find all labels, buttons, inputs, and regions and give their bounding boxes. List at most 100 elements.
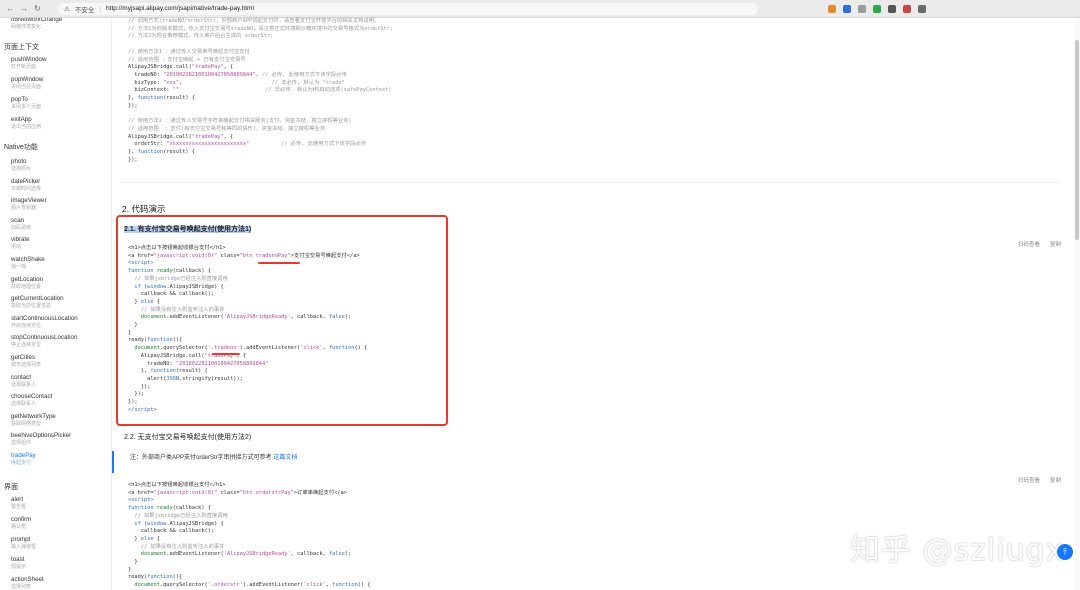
sidebar-item-subtitle: 警告框	[11, 504, 27, 510]
blue-extension-icon[interactable]	[843, 4, 851, 13]
sidebar-item[interactable]: watchShake 摇一摇	[11, 256, 109, 270]
sidebar-item-label: startContinuousLocation	[11, 314, 78, 322]
sidebar-item-subtitle: 图片查看器	[11, 205, 37, 212]
red-extension-icon[interactable]	[903, 4, 911, 13]
sidebar-item[interactable]: photo 选择照片	[11, 158, 109, 172]
forward-icon[interactable]: →	[20, 4, 28, 13]
sidebar-section-title: 界面	[4, 484, 18, 491]
sidebar-item[interactable]: imageViewer 图片查看器	[11, 197, 109, 211]
reload-icon[interactable]: ↻	[34, 4, 41, 13]
sidebar-item-subtitle: 选择照片	[11, 166, 32, 172]
sidebar-item-label: scan	[11, 216, 25, 224]
section-title: 2. 代码演示	[122, 204, 166, 214]
browser-nav: ← → ↻	[0, 4, 58, 13]
sidebar-item-subtitle: 获取网络类型	[11, 420, 42, 427]
sidebar-item-subtitle: 弱提示	[11, 564, 27, 570]
sidebar-item[interactable]: actionSheet 选择列表	[11, 576, 109, 590]
sidebar-item-label: getCities	[11, 354, 36, 361]
sidebar-item-subtitle: 城市选择列表	[11, 362, 42, 368]
sidebar-item-subtitle: 摇一摇	[11, 264, 27, 270]
sidebar-item-label: imageViewer	[11, 197, 47, 205]
code-tools-1: 扫码查看 复制	[1018, 240, 1061, 248]
sidebar-item-label: popWindow	[11, 76, 44, 83]
sidebar-item-subtitle: 选择联系人	[11, 401, 37, 408]
sidebar-item-label: watchShake	[11, 256, 45, 263]
sidebar-item-label: getCurrentLocation	[11, 295, 64, 303]
sidebar-item-label: prompt	[11, 536, 31, 543]
sidebar-item[interactable]: popWindow 关闭当前页面	[11, 76, 109, 90]
copy-button[interactable]: 复制	[1050, 240, 1061, 248]
sidebar-item-label: alert	[11, 496, 24, 503]
scroll-thumb[interactable]	[1075, 40, 1079, 240]
sidebar-item-label: toast	[11, 556, 25, 563]
address-bar[interactable]: ⚠ 不安全 | http://myjsapi.alipay.com/jsapi/…	[58, 2, 758, 15]
scrollbar[interactable]	[1074, 18, 1080, 590]
sidebar-item-subtitle: 输入弹窗框	[11, 544, 37, 550]
sidebar-item-label: chooseContact	[11, 393, 53, 401]
green-extension-icon[interactable]	[873, 4, 881, 13]
sidebar-item[interactable]: stopContinuousLocation 停止连续定位	[11, 334, 109, 348]
sidebar-item[interactable]: beehiveOptionsPicker 选择组件	[11, 432, 109, 446]
sidebar-item[interactable]: pushWindow 打开新页面	[11, 56, 109, 70]
sidebar-item-label: tradePay	[11, 452, 36, 459]
sidebar-item[interactable]: tradePay 唤起支付	[11, 452, 109, 466]
sidebar-item-subtitle: 网络环境变化	[11, 24, 42, 30]
sidebar-item[interactable]: getLocation 获取地理位置	[11, 276, 109, 290]
scan-view-button-2[interactable]: 扫码查看	[1018, 476, 1040, 484]
gray-extension-icon[interactable]	[858, 4, 866, 13]
scan-view-button[interactable]: 扫码查看	[1018, 240, 1040, 248]
note-link[interactable]: 这篇文档	[273, 455, 297, 461]
sidebar: h5NetworkChange 网络环境变化页面上下文 pushWindow 打开新页…	[0, 18, 112, 590]
insecure-icon: ⚠	[64, 5, 70, 13]
back-to-top-button[interactable]: ⤒	[1057, 544, 1073, 560]
back-icon[interactable]: ←	[6, 4, 14, 13]
sidebar-item-label: actionSheet	[11, 576, 44, 583]
sidebar-item-label: popTo	[11, 96, 28, 103]
annotation-underline-class	[258, 262, 300, 264]
sidebar-item-label: vibrate	[11, 236, 30, 244]
code-block-2: <h1>点击以下按钮唤起收银台支付</h1> <a href="javascri…	[128, 482, 371, 589]
puzzle-icon[interactable]	[888, 4, 896, 13]
sidebar-item[interactable]: confirm 确认框	[11, 516, 109, 530]
sidebar-item-subtitle: 日期时间选择	[11, 185, 42, 192]
sidebar-item[interactable]: prompt 输入弹窗框	[11, 536, 109, 550]
sidebar-item-subtitle: 打开新页面	[11, 64, 37, 70]
sidebar-item[interactable]: popTo 关闭多个页面	[11, 96, 109, 110]
sidebar-item[interactable]: scan 扫码调用	[11, 217, 109, 231]
sidebar-item-label: exitApp	[11, 116, 32, 123]
sidebar-item[interactable]: contact 选择联系人	[11, 374, 109, 388]
insecure-label: 不安全	[74, 6, 95, 14]
sidebar-item[interactable]: toast 弱提示	[11, 556, 109, 570]
sidebar-item-label: getNetworkType	[11, 412, 56, 420]
sidebar-item[interactable]: startContinuousLocation 开启连续定位	[11, 315, 109, 329]
sidebar-item[interactable]: getNetworkType 获取网络类型	[11, 413, 109, 427]
sidebar-item-label: datePicker	[11, 177, 41, 185]
sidebar-item[interactable]: vibrate 振动	[11, 236, 109, 250]
sidebar-item[interactable]: h5NetworkChange 网络环境变化	[11, 18, 109, 30]
sidebar-item-subtitle: 唤起支付	[11, 460, 32, 466]
url-text[interactable]: http://myjsapi.alipay.com/jsapi/native/t…	[106, 5, 254, 12]
sidebar-item-subtitle: 扫码调用	[11, 224, 32, 231]
url-separator: |	[99, 5, 102, 12]
copy-button-2[interactable]: 复制	[1050, 476, 1061, 484]
sidebar-item-label: getLocation	[11, 275, 43, 283]
sidebar-item[interactable]: alert 警告框	[11, 496, 109, 510]
sidebar-item[interactable]: getCurrentLocation 获取当前位置信息	[11, 295, 109, 309]
sidebar-item-subtitle: 振动	[11, 244, 22, 251]
sidebar-item-label: contact	[11, 373, 31, 381]
sidebar-item-subtitle: 关闭多个页面	[11, 104, 42, 110]
sidebar-item[interactable]: datePicker 日期时间选择	[11, 178, 109, 192]
code-tools-2: 扫码查看 复制	[1018, 476, 1061, 484]
sidebar-section-title: Native功能	[4, 144, 38, 151]
sidebar-item-subtitle: 停止连续定位	[11, 342, 42, 349]
sidebar-item-subtitle: 退出当前应用	[11, 124, 42, 130]
fox-extension-icon[interactable]	[828, 4, 836, 13]
divider	[120, 182, 1060, 183]
sidebar-item[interactable]: chooseContact 选择联系人	[11, 393, 109, 407]
sidebar-item-subtitle: 获取地理位置	[11, 283, 42, 290]
sidebar-section-title: 页面上下文	[4, 44, 39, 51]
sidebar-item[interactable]: exitApp 退出当前应用	[11, 116, 109, 130]
profile-avatar[interactable]	[918, 4, 926, 13]
sidebar-item-subtitle: 开启连续定位	[11, 322, 42, 329]
sidebar-item[interactable]: getCities 城市选择列表	[11, 354, 109, 368]
